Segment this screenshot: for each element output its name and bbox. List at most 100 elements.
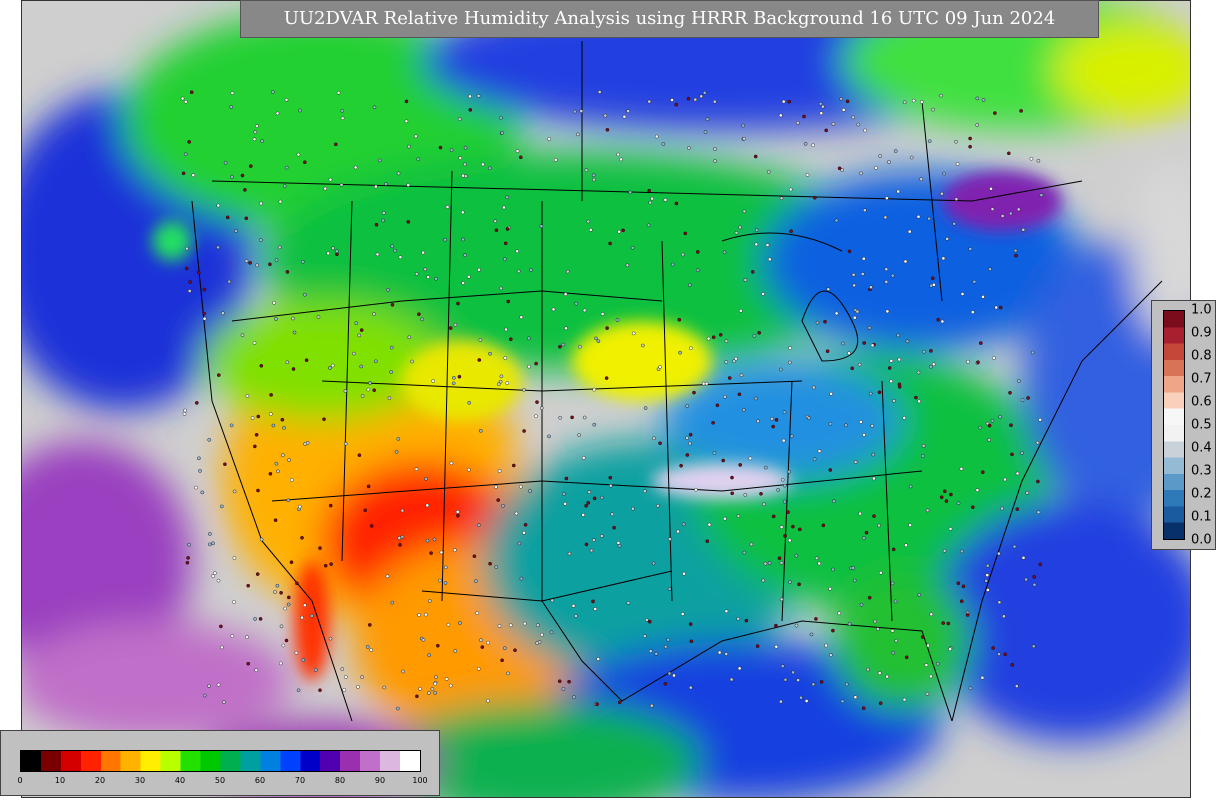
station-marker [186, 556, 190, 560]
station-marker [477, 358, 482, 362]
station-marker [268, 471, 273, 476]
rh-analysis-map [21, 0, 1191, 798]
station-marker [742, 550, 747, 555]
station-marker [253, 617, 257, 621]
station-marker [207, 684, 211, 688]
station-marker [551, 307, 556, 312]
station-marker [359, 364, 364, 369]
station-marker [652, 436, 656, 441]
station-marker [466, 467, 471, 472]
station-marker [283, 606, 288, 611]
station-marker [739, 308, 743, 313]
station-marker [779, 113, 783, 118]
station-marker [917, 399, 921, 404]
station-marker [985, 563, 990, 568]
station-marker [1035, 440, 1040, 445]
station-marker [287, 458, 291, 462]
station-marker [942, 171, 946, 176]
station-marker [202, 311, 206, 316]
station-marker [862, 433, 866, 437]
station-marker [779, 525, 784, 529]
station-marker [787, 469, 791, 474]
station-marker [648, 649, 653, 653]
station-marker [387, 396, 392, 400]
station-marker [519, 576, 524, 581]
station-marker [1002, 614, 1006, 619]
station-marker [651, 561, 656, 566]
station-marker [628, 190, 633, 195]
station-marker [667, 671, 672, 676]
station-marker [187, 289, 192, 293]
station-marker [905, 339, 910, 344]
station-marker [534, 414, 538, 419]
station-marker [427, 653, 432, 657]
station-marker [1017, 379, 1021, 383]
station-marker [940, 319, 945, 324]
station-marker [463, 162, 467, 167]
station-marker [572, 695, 576, 699]
station-marker [252, 137, 257, 142]
station-marker [582, 308, 587, 313]
station-marker [908, 523, 912, 527]
station-marker [705, 539, 710, 544]
station-marker [427, 599, 432, 603]
station-marker [248, 261, 252, 265]
station-marker [342, 688, 347, 692]
station-marker [861, 706, 866, 711]
station-marker [365, 645, 370, 649]
station-marker [692, 390, 696, 395]
station-marker [663, 682, 668, 686]
station-marker [514, 511, 519, 516]
station-marker [661, 142, 666, 146]
station-marker [647, 188, 652, 193]
station-marker [400, 535, 405, 539]
station-marker [890, 581, 895, 586]
station-marker [561, 687, 566, 691]
station-marker [586, 500, 591, 505]
station-marker [457, 374, 462, 379]
station-marker [837, 611, 842, 616]
station-marker [275, 583, 280, 588]
station-marker [844, 423, 848, 428]
station-marker [874, 166, 878, 170]
station-marker [791, 670, 795, 675]
station-marker [1016, 207, 1021, 212]
station-marker [563, 502, 567, 506]
station-marker [959, 467, 964, 471]
station-marker [737, 392, 742, 397]
ratio-colorbar [1163, 310, 1185, 540]
station-marker [654, 652, 659, 656]
station-marker [948, 647, 952, 651]
station-marker [990, 207, 995, 211]
map-canvas [22, 1, 1190, 797]
station-marker [513, 648, 517, 653]
station-marker [245, 394, 250, 398]
station-marker [904, 655, 909, 660]
station-marker [1014, 253, 1018, 258]
station-marker [401, 669, 405, 674]
station-marker [421, 250, 425, 255]
station-marker [494, 565, 499, 569]
station-marker [229, 423, 234, 428]
station-marker [796, 121, 800, 125]
station-marker [1000, 506, 1004, 511]
station-marker [390, 244, 395, 249]
station-marker [202, 316, 207, 321]
station-marker [681, 252, 685, 257]
station-marker [256, 488, 260, 493]
station-marker [744, 618, 749, 623]
station-marker [650, 196, 654, 201]
station-marker [434, 276, 438, 281]
station-marker [328, 177, 333, 182]
station-marker [453, 548, 457, 552]
station-marker [878, 154, 883, 158]
station-marker [232, 489, 237, 494]
station-marker [829, 392, 833, 396]
station-marker [460, 210, 465, 215]
station-marker [734, 230, 739, 235]
station-marker [396, 437, 401, 441]
rh-colorbar-tick: 70 [294, 776, 306, 785]
station-marker [318, 546, 322, 550]
station-marker [939, 93, 943, 98]
rh-colorbar-tick: 90 [374, 776, 386, 785]
